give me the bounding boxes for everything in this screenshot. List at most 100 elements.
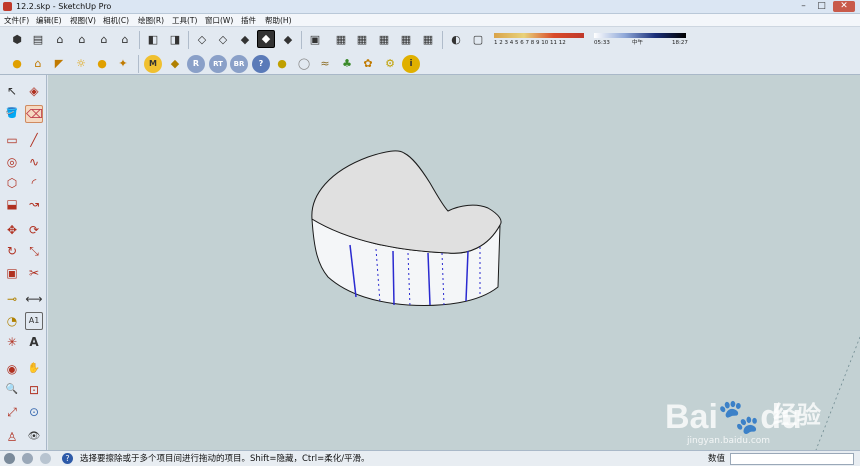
plant-icon[interactable]: ✿ [359, 55, 377, 73]
tape-measure-icon[interactable]: ⊸ [3, 290, 21, 308]
tree-icon[interactable]: ♣ [338, 55, 356, 73]
m-render-icon[interactable]: M [144, 55, 162, 73]
right-view-icon[interactable]: ⌂ [73, 31, 91, 49]
window-title: 12.2.skp - SketchUp Pro [16, 2, 112, 11]
shaded-icon[interactable]: ◆ [236, 31, 254, 49]
lamp-icon[interactable]: ⌂ [29, 55, 47, 73]
rotate-tool-icon[interactable]: ⟳ [25, 221, 43, 239]
minimize-button[interactable]: – [797, 1, 810, 12]
watermark-jingyan-text: 经验 [773, 401, 821, 429]
render-toolbar: ● ⌂ ◤ ☼ ● ✦ M ◆ R RT BR ? ● ◯ ≈ ♣ ✿ ⚙ i [0, 53, 860, 75]
instructor-help-icon[interactable]: ? [62, 453, 73, 464]
offset-tool-icon[interactable]: ▣ [3, 264, 21, 282]
sphere-icon[interactable]: ◯ [295, 55, 313, 73]
intersect-icon[interactable]: ✂ [25, 264, 43, 282]
section-plane-icon[interactable]: ▦ [332, 31, 350, 49]
follow-me-icon[interactable]: ↝ [25, 195, 43, 213]
push-pull-icon[interactable]: ⬓ [3, 195, 21, 213]
components-icon[interactable]: ▣ [306, 31, 324, 49]
bulb-icon-1[interactable]: ● [8, 55, 26, 73]
section-display-icon[interactable]: ▦ [353, 31, 371, 49]
main-toolbar: ⬢ ▤ ⌂ ⌂ ⌂ ⌂ ◧ ◨ ◇ ◇ ◆ ◆ ◆ ▣ ▦ ▦ ▦ ▦ ▦ ◐ … [0, 27, 860, 53]
shadow-settings-icon[interactable]: ◐ [447, 31, 465, 49]
menu-window[interactable]: 窗口(W) [205, 14, 233, 27]
menu-help[interactable]: 帮助(H) [265, 14, 292, 27]
circle-tool-icon[interactable]: ◎ [3, 153, 21, 171]
freehand-tool-icon[interactable]: ∿ [25, 153, 43, 171]
status-bar: ? 选择要擦除或于多个项目间进行拖动的项目。Shift=隐藏，Ctrl=柔化/平… [0, 450, 860, 466]
arc-tool-icon[interactable]: ◜ [25, 174, 43, 192]
xray-icon[interactable]: ◧ [144, 31, 162, 49]
gear-icon[interactable]: ⚙ [381, 55, 399, 73]
iso-view-icon[interactable]: ⬢ [8, 31, 26, 49]
menu-file[interactable]: 文件(F) [4, 14, 29, 27]
3d-text-icon[interactable]: A [25, 333, 43, 351]
eraser-tool-icon[interactable]: ⌫ [25, 105, 43, 123]
material-icon[interactable]: ● [273, 55, 291, 73]
left-view-icon[interactable]: ⌂ [116, 31, 134, 49]
info-icon[interactable]: i [402, 55, 420, 73]
section-cut-icon[interactable]: ▦ [375, 31, 393, 49]
menu-camera[interactable]: 相机(C) [103, 14, 129, 27]
axes-tool-icon[interactable]: ✳ [3, 333, 21, 351]
dimension-tool-icon[interactable]: ⟷ [25, 290, 43, 308]
pan-tool-icon[interactable]: ✋ [25, 360, 43, 378]
orbit-tool-icon[interactable]: ◉ [3, 360, 21, 378]
menu-tools[interactable]: 工具(T) [172, 14, 197, 27]
measurements-input[interactable] [730, 453, 854, 465]
geo-location-icon[interactable] [4, 453, 15, 464]
outliner-icon[interactable]: ▦ [419, 31, 437, 49]
back-view-icon[interactable]: ⌂ [95, 31, 113, 49]
r-render-icon[interactable]: R [187, 55, 205, 73]
menu-view[interactable]: 视图(V) [70, 14, 96, 27]
look-around-icon[interactable]: 👁 [25, 428, 43, 446]
rt-render-icon[interactable]: RT [209, 55, 227, 73]
shadow-time-start: 05:33 [594, 40, 610, 46]
shadow-month-slider[interactable] [494, 33, 584, 38]
zoom-window-icon[interactable]: ⊡ [25, 381, 43, 399]
front-view-icon[interactable]: ⌂ [51, 31, 69, 49]
rectangle-tool-icon[interactable]: ▭ [3, 131, 21, 149]
bulb-icon-2[interactable]: ● [93, 55, 111, 73]
terrain-icon[interactable]: ≈ [316, 55, 334, 73]
credits-icon[interactable] [22, 453, 33, 464]
scale-tool-icon[interactable]: ⤡ [25, 242, 43, 260]
close-button[interactable]: ✕ [833, 1, 855, 12]
wireframe-icon[interactable]: ◇ [193, 31, 211, 49]
help-icon[interactable]: ? [252, 55, 270, 73]
sketchup-app-icon [3, 2, 12, 11]
menu-draw[interactable]: 绘图(R) [138, 14, 164, 27]
hidden-line-icon[interactable]: ◇ [214, 31, 232, 49]
polygon-tool-icon[interactable]: ⬡ [3, 174, 21, 192]
wall-edge-solid[interactable] [392, 250, 395, 306]
maximize-button[interactable]: □ [815, 1, 828, 12]
menu-plugins[interactable]: 插件 [241, 14, 256, 27]
back-edges-icon[interactable]: ◨ [166, 31, 184, 49]
rotate-copy-icon[interactable]: ↻ [3, 242, 21, 260]
zoom-tool-icon[interactable]: 🔍 [3, 381, 21, 399]
spotlight-icon[interactable]: ◤ [50, 55, 68, 73]
shaded-texture-icon[interactable]: ◆ [257, 30, 275, 48]
select-tool-icon[interactable]: ↖ [3, 82, 21, 100]
component-tool-icon[interactable]: ◈ [25, 82, 43, 100]
br-render-icon[interactable]: BR [230, 55, 248, 73]
text-tool-icon[interactable]: A1 [25, 312, 43, 330]
menu-edit[interactable]: 编辑(E) [36, 14, 62, 27]
user-icon[interactable] [40, 453, 51, 464]
position-camera-icon[interactable]: ♙ [3, 428, 21, 446]
monochrome-icon[interactable]: ◆ [279, 31, 297, 49]
model-info-icon[interactable]: ▦ [397, 31, 415, 49]
paint-bucket-icon[interactable]: 🪣 [3, 105, 21, 123]
zoom-extents-icon[interactable]: ⤢ [3, 403, 21, 421]
previous-view-icon[interactable]: ⊙ [25, 403, 43, 421]
sun-icon[interactable]: ☼ [72, 55, 90, 73]
protractor-icon[interactable]: ◔ [3, 312, 21, 330]
fog-icon[interactable]: ▢ [469, 31, 487, 49]
light-settings-icon[interactable]: ✦ [114, 55, 132, 73]
shadow-time-slider[interactable] [594, 33, 686, 38]
baidu-jingyan-watermark: Bai🐾du 经验 jingyan.baidu.com [665, 388, 855, 446]
render-region-icon[interactable]: ◆ [166, 55, 184, 73]
line-tool-icon[interactable]: ╱ [25, 131, 43, 149]
move-tool-icon[interactable]: ✥ [3, 221, 21, 239]
top-view-icon[interactable]: ▤ [29, 31, 47, 49]
